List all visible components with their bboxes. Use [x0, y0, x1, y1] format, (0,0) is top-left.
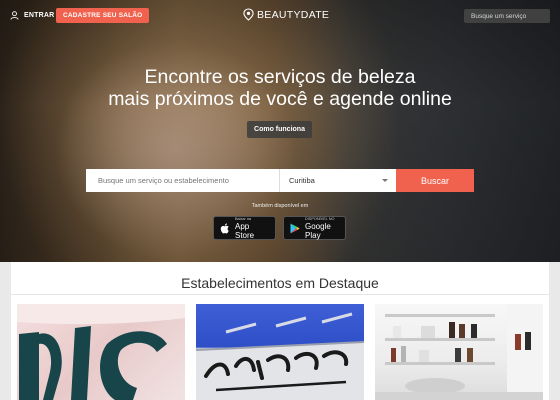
- googleplay-small-text: DISPONÍVEL NO: [305, 216, 335, 221]
- header-search-input[interactable]: Busque um serviço: [464, 9, 550, 23]
- headline-line-2: mais próximos de você e agende online: [108, 88, 452, 110]
- logo-text: BEAUTYDATE: [257, 8, 330, 21]
- hero-headline: Encontre os serviços de beleza mais próx…: [0, 66, 560, 110]
- google-play-badge[interactable]: DISPONÍVEL NO Google Play: [283, 216, 346, 240]
- location-pin-icon: [243, 8, 254, 21]
- register-salon-button[interactable]: CADASTRE SEU SALÃO: [56, 8, 150, 23]
- city-select[interactable]: Curitiba: [280, 169, 396, 192]
- google-play-icon: [290, 223, 300, 233]
- featured-card-1[interactable]: [17, 304, 185, 400]
- hero-banner: ENTRAR CADASTRE SEU SALÃO BEAUTYDATE Bus…: [0, 0, 560, 262]
- login-label: ENTRAR: [24, 12, 55, 19]
- googleplay-big-text: Google Play: [305, 221, 331, 240]
- login-link[interactable]: ENTRAR: [10, 11, 54, 20]
- appstore-big-text: App Store: [235, 221, 255, 240]
- logo[interactable]: BEAUTYDATE: [243, 8, 329, 21]
- featured-card-3[interactable]: [375, 304, 543, 400]
- user-icon: [10, 11, 19, 20]
- city-value: Curitiba: [289, 176, 315, 185]
- chevron-down-icon: [382, 179, 388, 182]
- search-button[interactable]: Buscar: [396, 169, 474, 192]
- salon-photo-interior: [375, 304, 543, 400]
- featured-card-2[interactable]: [196, 304, 364, 400]
- service-search-input[interactable]: [86, 169, 280, 192]
- headline-line-1: Encontre os serviços de beleza: [144, 66, 416, 88]
- available-on-text: Também disponível em: [251, 203, 309, 209]
- how-it-works-button[interactable]: Como funciona: [247, 121, 312, 138]
- hero-search-bar: Curitiba Buscar: [86, 169, 474, 192]
- salon-photo-pink: [17, 304, 185, 400]
- app-store-badge[interactable]: Baixar na App Store: [213, 216, 276, 240]
- featured-section: Estabelecimentos em Destaque: [11, 262, 549, 400]
- apple-icon: [220, 222, 229, 233]
- featured-title: Estabelecimentos em Destaque: [181, 275, 379, 291]
- salon-photo-sign: [196, 312, 364, 400]
- section-divider: [11, 294, 549, 295]
